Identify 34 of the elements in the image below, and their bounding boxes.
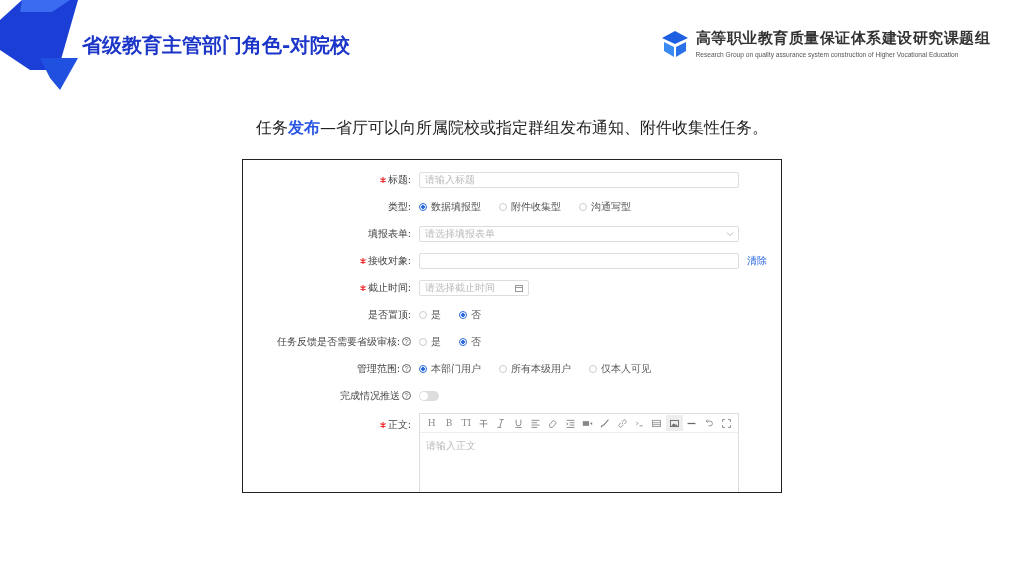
logo-title: 高等职业教育质量保证体系建设研究课题组	[695, 28, 990, 48]
field-label: 是否置顶:	[367, 307, 411, 322]
radio-option[interactable]: 否	[459, 334, 481, 349]
toggle-switch[interactable]	[419, 390, 439, 401]
radio-option[interactable]: 仅本人可见	[589, 361, 651, 376]
radio-option[interactable]: 附件收集型	[499, 199, 561, 214]
radio-option[interactable]: 所有本级用户	[499, 361, 571, 376]
slide-title: 省级教育主管部门角色-对院校	[82, 31, 351, 59]
format-button[interactable]: H	[423, 415, 441, 431]
field-label: 任务反馈是否需要省级审核:	[276, 334, 400, 349]
format-button[interactable]: TI	[457, 415, 475, 431]
format-button[interactable]: B	[440, 415, 458, 431]
field-label: 截止时间:	[367, 280, 411, 295]
field-label: 标题:	[387, 172, 411, 187]
field-label: 填报表单:	[367, 226, 411, 241]
text-field[interactable]	[419, 252, 739, 269]
radio-option[interactable]: 是	[419, 307, 441, 322]
field-label: 管理范围:	[356, 361, 400, 376]
clear-link[interactable]: 清除	[747, 253, 767, 268]
field-label: 类型:	[387, 199, 411, 214]
radio-option[interactable]: 本部门用户	[419, 361, 481, 376]
radio-option[interactable]: 沟通写型	[579, 199, 631, 214]
help-icon[interactable]	[402, 337, 411, 346]
caption-text: 任务发布—省厅可以向所属院校或指定群组发布通知、附件收集性任务。	[255, 118, 769, 139]
radio-option[interactable]: 是	[419, 334, 441, 349]
image-icon[interactable]	[665, 415, 683, 431]
calendar-icon	[515, 283, 523, 292]
field-label: 完成情况推送	[340, 388, 400, 403]
help-icon[interactable]	[402, 364, 411, 373]
help-icon[interactable]	[402, 391, 411, 400]
radio-option[interactable]: 否	[459, 307, 481, 322]
field-label: 正文:	[387, 418, 411, 432]
field-label: 接收对象:	[367, 253, 411, 268]
radio-option[interactable]: 数据填报型	[419, 199, 481, 214]
